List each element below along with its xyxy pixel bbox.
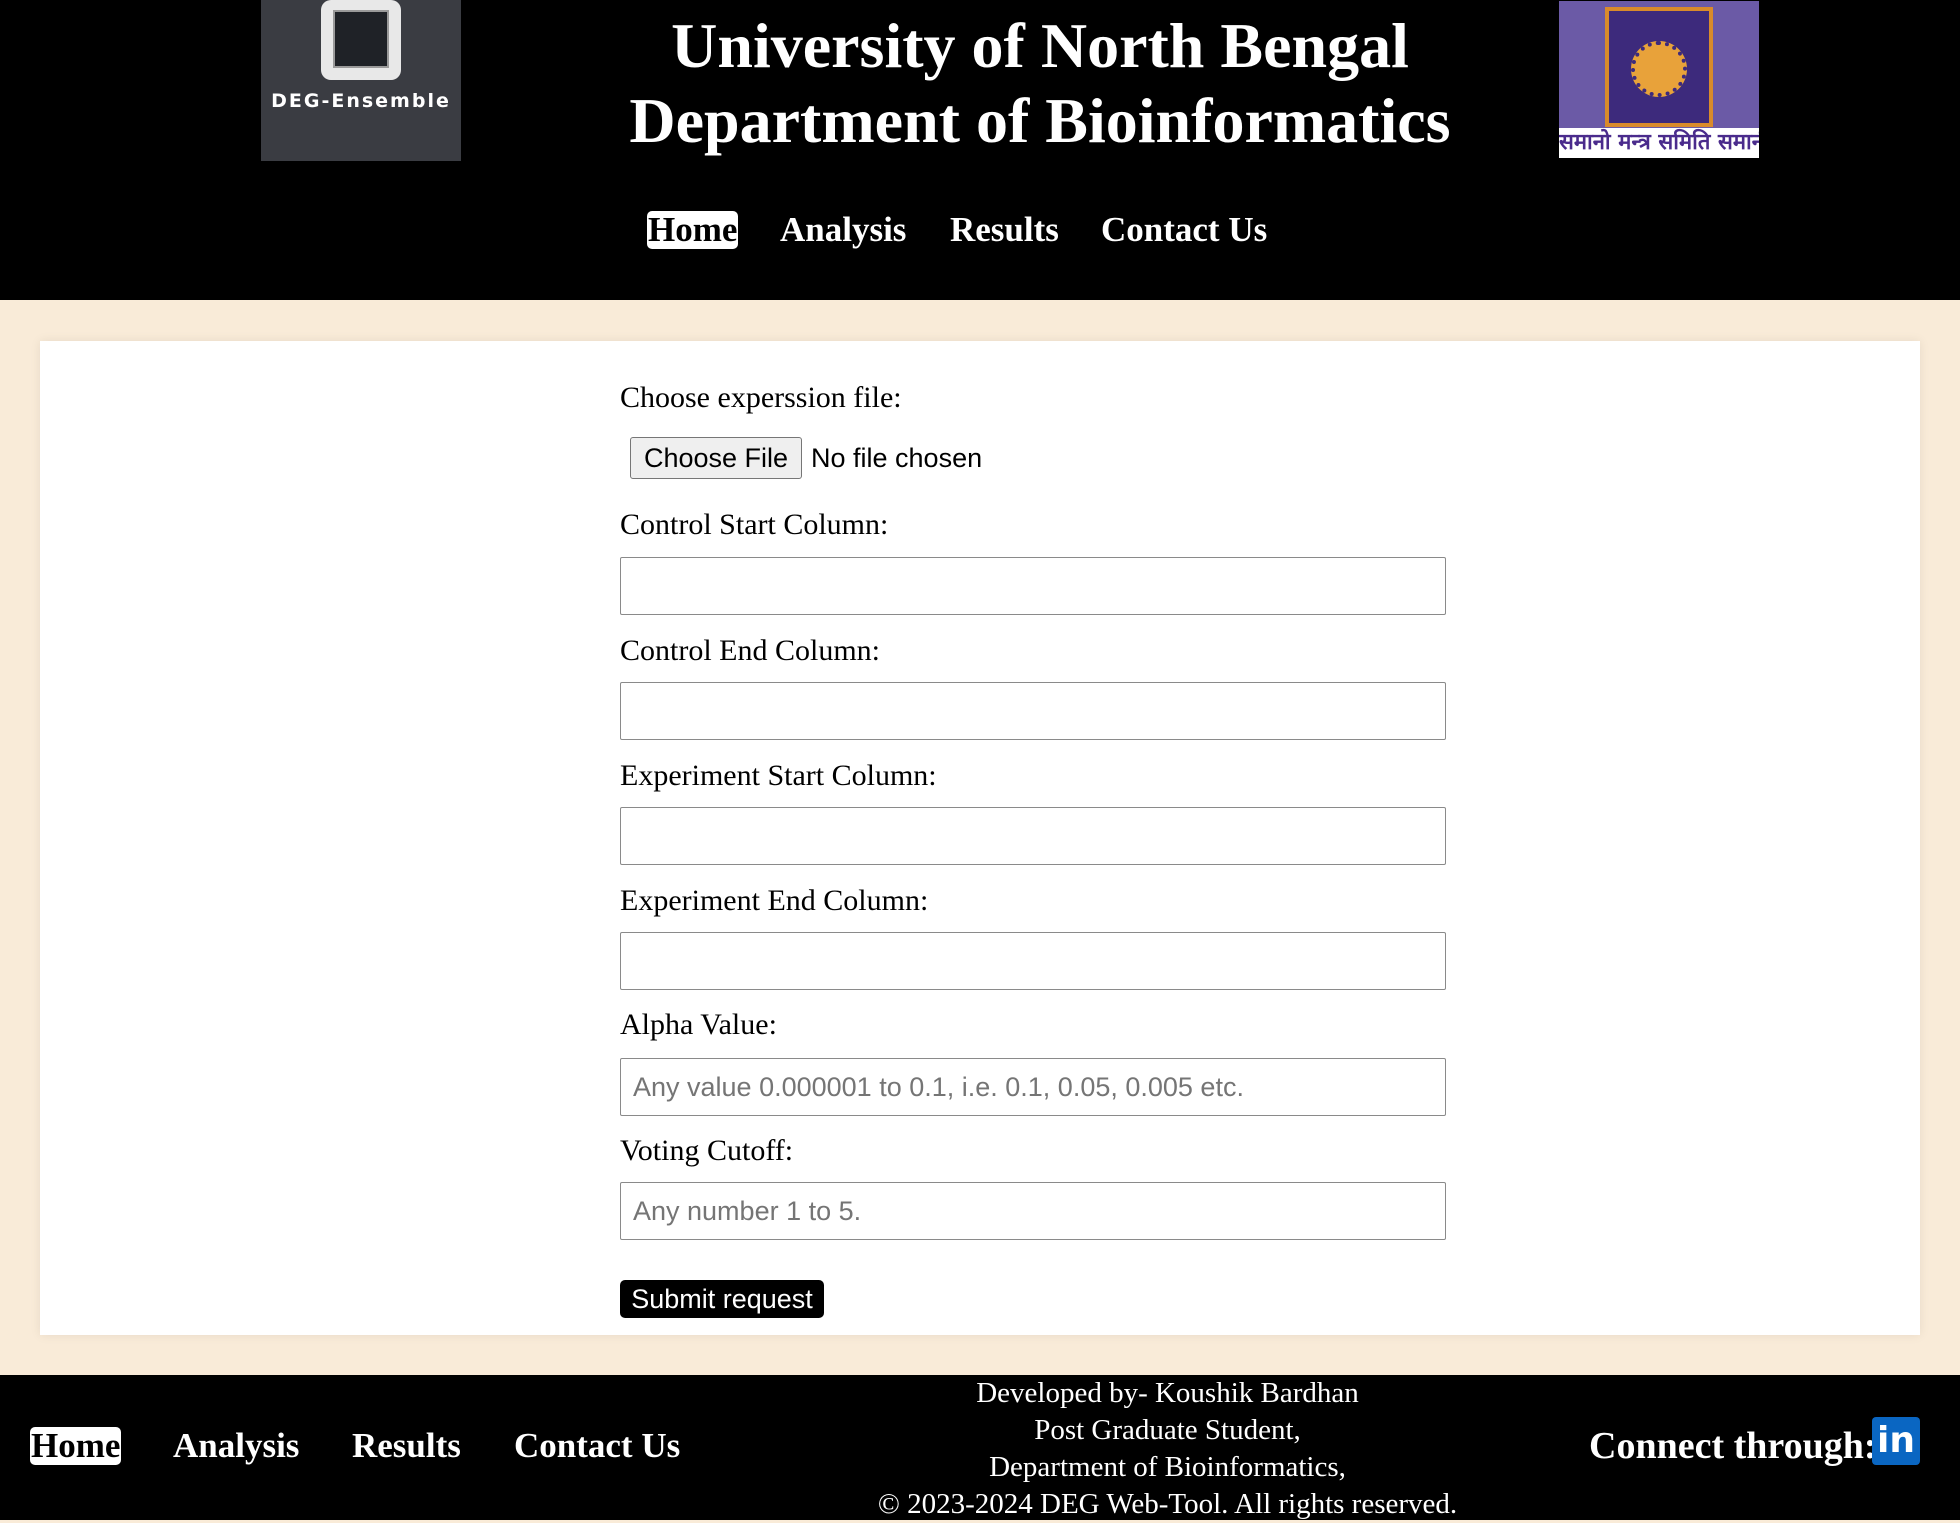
voting-cutoff-input[interactable] — [620, 1182, 1446, 1240]
footer-credits: Developed by- Koushik Bardhan Post Gradu… — [800, 1375, 1535, 1523]
university-seal: समानो मन्त्र समिति समानी — [1559, 1, 1759, 158]
footer-nav-contact-us[interactable]: Contact Us — [514, 1421, 680, 1471]
seal-motto: समानो मन्त्र समिति समानी — [1559, 128, 1759, 158]
file-label: Choose experssion file: — [620, 381, 902, 414]
experiment-start-label: Experiment Start Column: — [620, 759, 937, 792]
nav-home[interactable]: Home — [647, 211, 739, 249]
control-start-input[interactable] — [620, 557, 1446, 615]
nav-results[interactable]: Results — [950, 205, 1059, 255]
footer-nav-analysis[interactable]: Analysis — [173, 1421, 299, 1471]
control-start-label: Control Start Column: — [620, 508, 889, 541]
control-end-label: Control End Column: — [620, 634, 881, 667]
experiment-start-input[interactable] — [620, 807, 1446, 865]
file-status: No file chosen — [811, 443, 983, 473]
experiment-end-label: Experiment End Column: — [620, 884, 929, 917]
connect-label: Connect through: — [1589, 1425, 1877, 1467]
site-header: DEG-Ensemble University of North Bengal … — [0, 0, 1960, 300]
university-seal-icon — [1605, 7, 1713, 127]
control-end-input[interactable] — [620, 682, 1446, 740]
logo-text: DEG-Ensemble — [271, 90, 451, 112]
deg-ensemble-logo-icon — [321, 0, 401, 80]
nav-analysis[interactable]: Analysis — [780, 205, 906, 255]
credit-department: Department of Bioinformatics, — [989, 1451, 1346, 1483]
copyright: © 2023-2024 DEG Web-Tool. All rights res… — [877, 1488, 1458, 1520]
footer-nav-results[interactable]: Results — [352, 1421, 461, 1471]
site-footer: Home Analysis Results Contact Us Develop… — [0, 1375, 1960, 1520]
title-university: University of North Bengal — [671, 10, 1409, 81]
analysis-form-card: Choose experssion file: Choose File No f… — [40, 341, 1920, 1335]
linkedin-icon[interactable]: in — [1872, 1417, 1920, 1465]
alpha-value-label: Alpha Value: — [620, 1008, 777, 1041]
main-nav: Home Analysis Results Contact Us — [0, 205, 1960, 255]
title-department: Department of Bioinformatics — [629, 85, 1451, 156]
seal-emblem-icon — [1631, 41, 1687, 97]
alpha-value-input[interactable] — [620, 1058, 1446, 1116]
deg-ensemble-logo[interactable]: DEG-Ensemble — [261, 0, 461, 161]
experiment-end-input[interactable] — [620, 932, 1446, 990]
choose-file-button[interactable]: Choose File — [630, 437, 802, 479]
submit-request-button[interactable]: Submit request — [620, 1280, 824, 1318]
credit-developer: Developed by- Koushik Bardhan — [976, 1377, 1359, 1409]
page-title: University of North Bengal Department of… — [560, 8, 1520, 158]
footer-nav: Home Analysis Results Contact Us — [0, 1421, 800, 1471]
credit-role: Post Graduate Student, — [1034, 1414, 1301, 1446]
nav-contact-us[interactable]: Contact Us — [1101, 205, 1267, 255]
footer-nav-home[interactable]: Home — [30, 1427, 122, 1465]
voting-cutoff-label: Voting Cutoff: — [620, 1134, 794, 1167]
